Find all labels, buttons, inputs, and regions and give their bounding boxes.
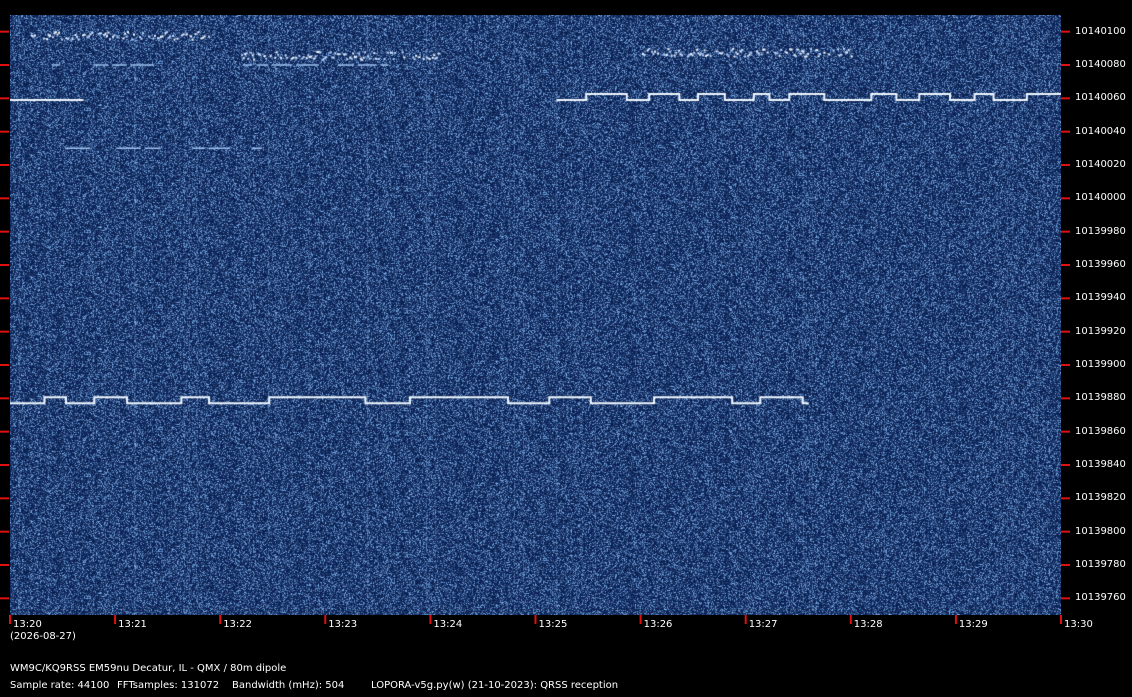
freq-tick-label: 10140080 bbox=[1075, 59, 1126, 70]
date-label: (2026-08-27) bbox=[10, 631, 76, 642]
time-tick-label: 13:30 bbox=[1064, 619, 1093, 630]
time-tick-label: 13:20 bbox=[13, 619, 42, 630]
time-tick-label: 13:25 bbox=[538, 619, 568, 630]
bandwidth-label: Bandwidth (mHz): 504 bbox=[232, 680, 345, 691]
time-tick-label: 13:28 bbox=[853, 619, 883, 630]
freq-tick-label: 10139960 bbox=[1075, 259, 1126, 270]
spectrogram-plot bbox=[10, 15, 1061, 615]
fft-samples-label: FFTsamples: 131072 bbox=[117, 680, 220, 691]
freq-tick-label: 10139900 bbox=[1075, 359, 1126, 370]
freq-tick-label: 10139860 bbox=[1075, 425, 1126, 437]
freq-tick-label: 10139820 bbox=[1075, 492, 1126, 504]
sample-rate-label: Sample rate: 44100 bbox=[10, 680, 110, 691]
freq-tick-label: 10139920 bbox=[1075, 325, 1126, 337]
freq-tick-label: 10140060 bbox=[1075, 92, 1126, 104]
freq-tick-label: 10139980 bbox=[1075, 225, 1126, 237]
freq-tick-label: 10140020 bbox=[1075, 159, 1126, 170]
station-info: WM9C/KQ9RSS EM59nu Decatur, IL - QMX / 8… bbox=[10, 663, 287, 674]
time-tick-label: 13:26 bbox=[643, 619, 673, 630]
time-tick-label: 13:29 bbox=[958, 619, 988, 630]
freq-tick-label: 10140100 bbox=[1075, 25, 1126, 37]
time-tick-label: 13:27 bbox=[748, 619, 778, 630]
time-tick-label: 13:22 bbox=[223, 619, 253, 630]
freq-tick-label: 10140000 bbox=[1075, 192, 1126, 204]
freq-tick-label: 10139840 bbox=[1075, 459, 1126, 470]
freq-tick-label: 10139800 bbox=[1075, 525, 1126, 537]
freq-tick-label: 10139780 bbox=[1075, 559, 1126, 570]
freq-tick-label: 10140040 bbox=[1075, 125, 1126, 137]
freq-tick-label: 10139940 bbox=[1075, 292, 1126, 304]
freq-tick-label: 10139760 bbox=[1075, 592, 1126, 604]
freq-tick-label: 10139880 bbox=[1075, 392, 1126, 404]
time-tick-label: 13:24 bbox=[433, 619, 463, 630]
time-tick-label: 13:23 bbox=[328, 619, 358, 630]
time-tick-label: 13:21 bbox=[118, 619, 147, 630]
software-label: LOPORA-v5g.py(w) (21-10-2023): QRSS rece… bbox=[371, 680, 619, 691]
